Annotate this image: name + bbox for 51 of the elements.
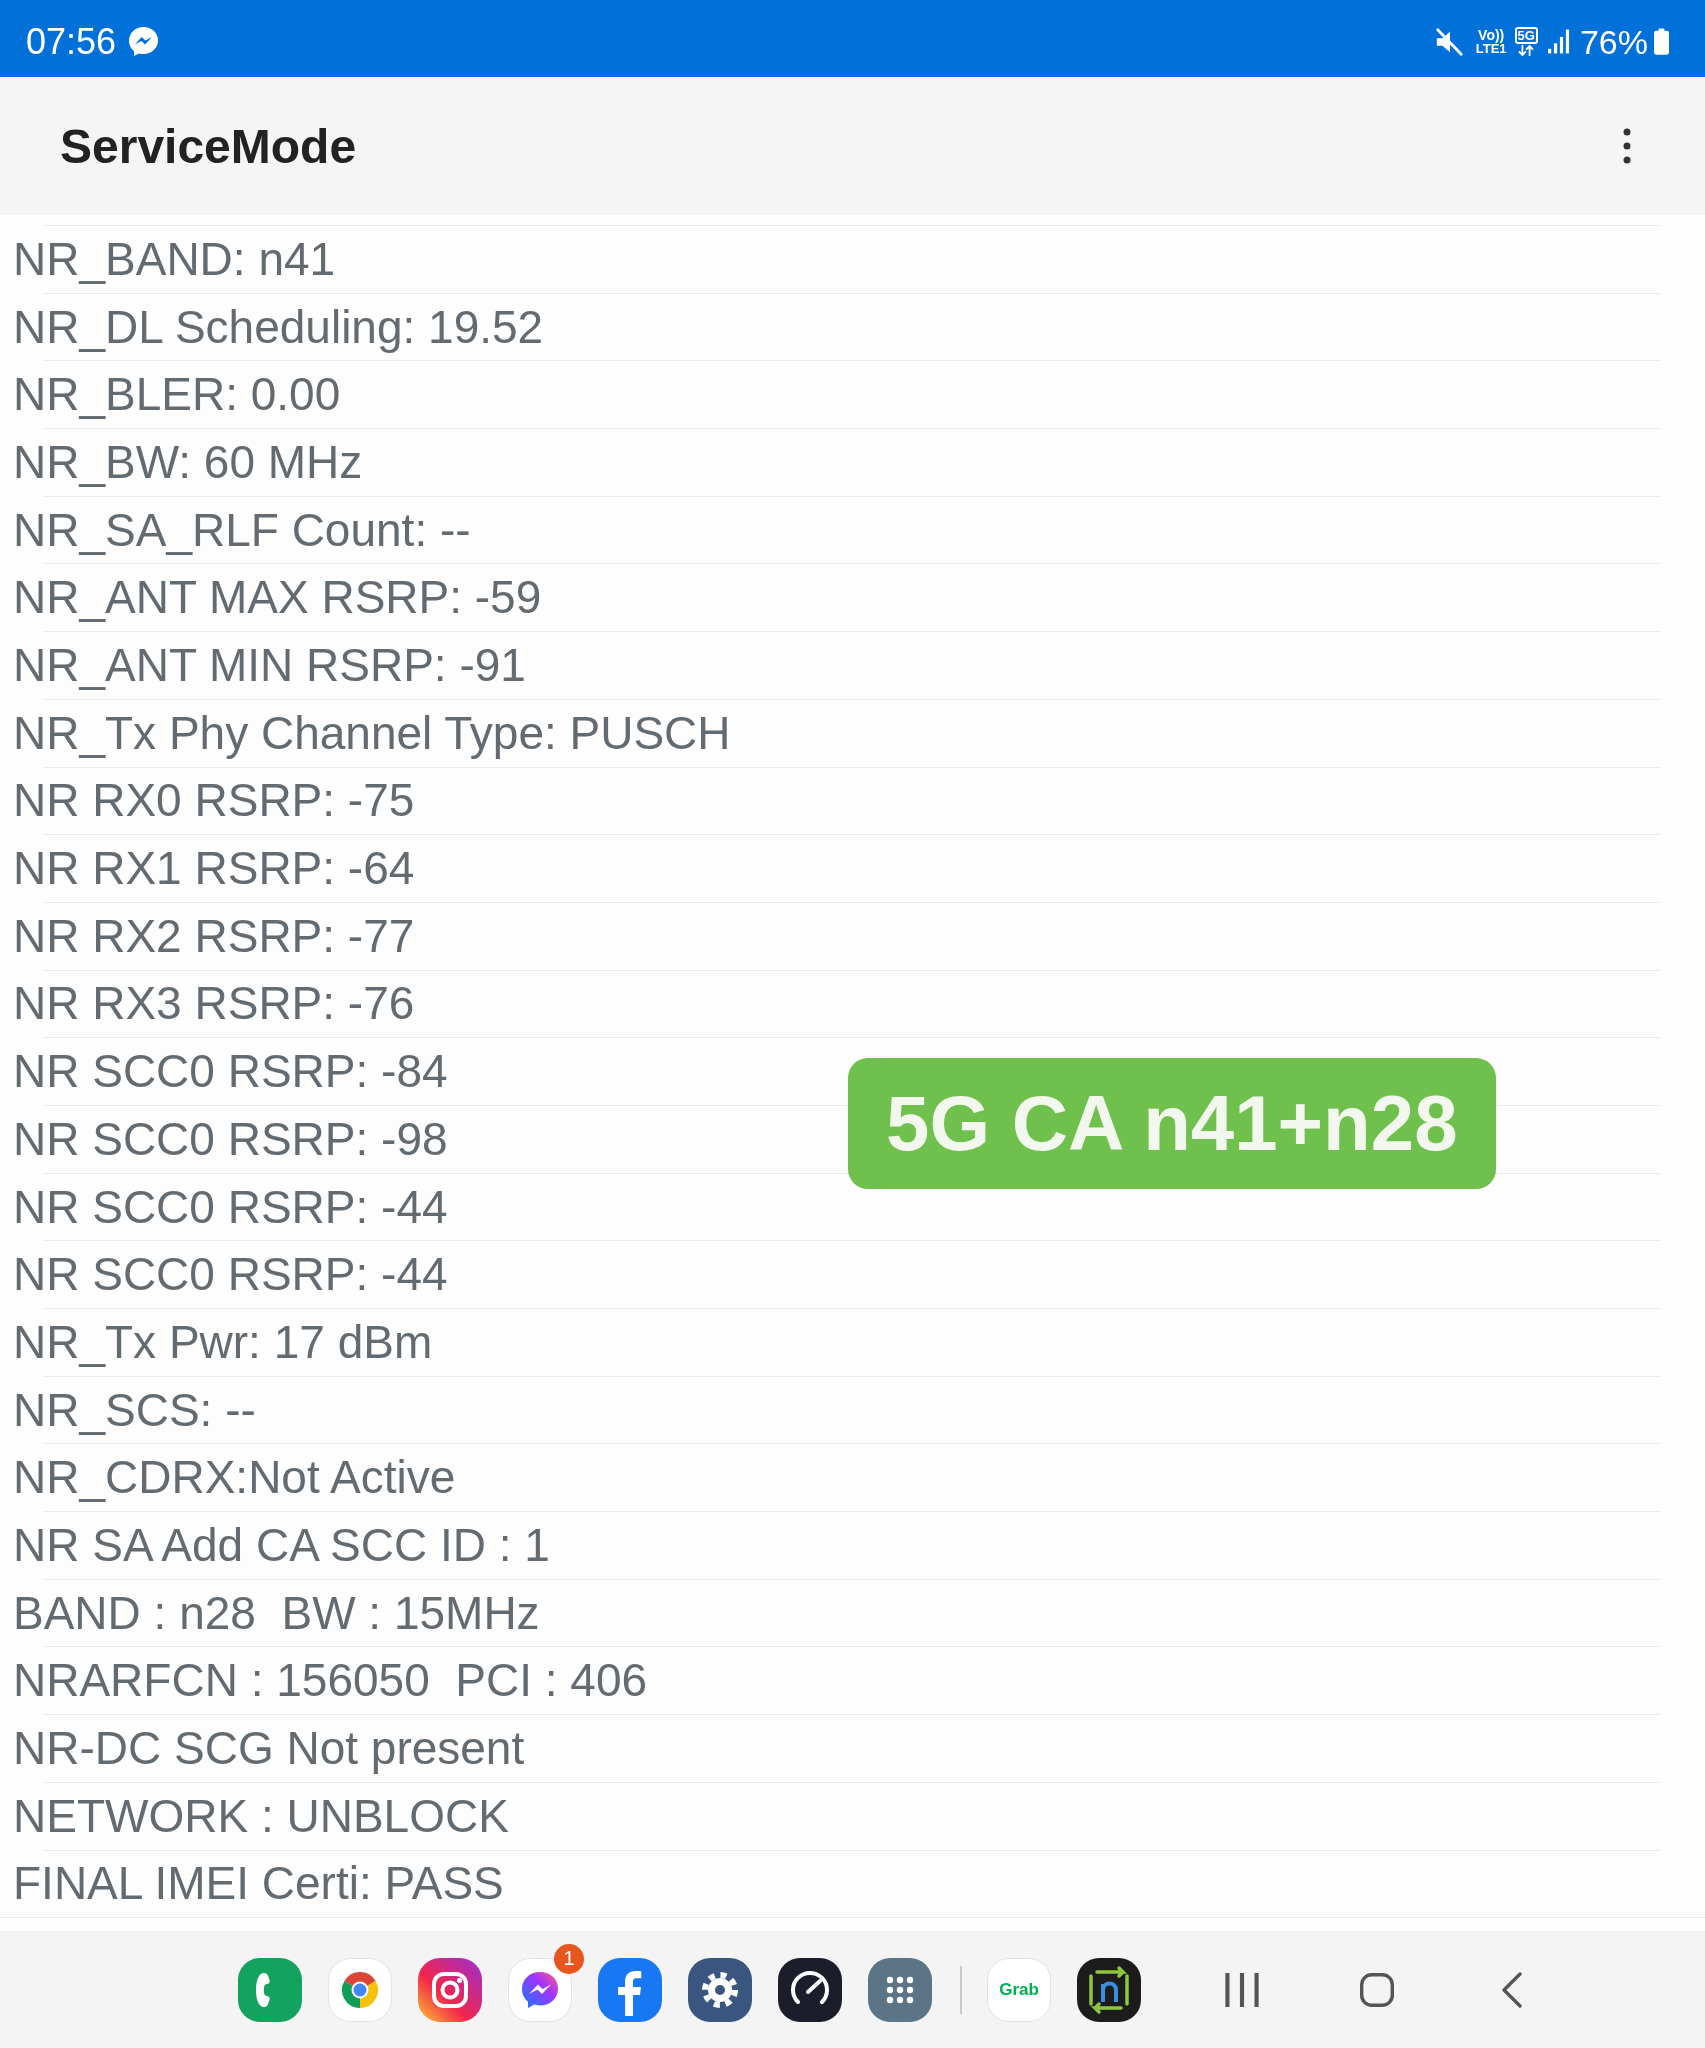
home-icon[interactable] xyxy=(1360,1972,1394,2007)
info-line: NR_BW: 60 MHz xyxy=(13,435,363,489)
info-line: NR RX1 RSRP: -64 xyxy=(13,842,415,895)
info-line: NR SCC0 RSRP: -98 xyxy=(13,1112,448,1166)
speedometer-icon[interactable] xyxy=(778,1957,842,2022)
data-arrows-icon xyxy=(1517,45,1536,56)
info-line: NR SCC0 RSRP: -44 xyxy=(13,1248,448,1302)
app-grid-icon[interactable] xyxy=(868,1957,932,2022)
info-line: NR_Tx Phy Channel Type: PUSCH xyxy=(13,706,731,760)
info-line: NR_BAND: n41 xyxy=(13,232,336,286)
battery-percent: 76% xyxy=(1579,24,1648,59)
info-line: NR SA Add CA SCC ID : 1 xyxy=(13,1518,550,1572)
app-title: ServiceMode xyxy=(60,118,357,174)
signal-icon xyxy=(1547,29,1570,54)
info-line: NR-DC SCG Not present xyxy=(13,1722,525,1775)
notification-badge: 1 xyxy=(554,1943,584,1974)
recent-apps-icon[interactable] xyxy=(1225,1972,1259,2007)
volte-label: Vo)) xyxy=(1478,28,1505,42)
volte-sublabel: LTE1 xyxy=(1475,42,1507,55)
info-line: NR_DL Scheduling: 19.52 xyxy=(13,300,544,354)
info-line: NR_SA_RLF Count: -- xyxy=(13,503,471,557)
mute-icon xyxy=(1433,26,1464,57)
browser-icon[interactable] xyxy=(328,1957,392,2022)
info-line: NR_Tx Pwr: 17 dBm xyxy=(13,1315,433,1369)
back-icon[interactable] xyxy=(1502,1971,1522,2008)
info-line: NR SCC0 RSRP: -84 xyxy=(13,1045,448,1099)
chat-bubble-icon xyxy=(128,26,160,57)
info-line: NR_BLER: 0.00 xyxy=(13,368,341,422)
battery-icon xyxy=(1654,28,1669,55)
info-line: NR SCC0 RSRP: -44 xyxy=(13,1180,448,1234)
info-line: NR_CDRX:Not Active xyxy=(13,1451,456,1505)
settings-icon[interactable] xyxy=(688,1957,752,2022)
info-line: FINAL IMEI Certi: PASS xyxy=(13,1857,504,1911)
overlay-label: 5G CA n41+n28 xyxy=(848,1058,1496,1189)
info-line: NETWORK : UNBLOCK xyxy=(13,1789,509,1843)
clock-time: 07:56 xyxy=(26,23,117,60)
info-line: NR_ANT MIN RSRP: -91 xyxy=(13,639,526,692)
n-logo-icon[interactable] xyxy=(1077,1957,1141,2022)
info-line: NRARFCN : 156050 PCI : 406 xyxy=(13,1654,648,1708)
info-line: NR RX3 RSRP: -76 xyxy=(13,977,415,1031)
phone-icon[interactable] xyxy=(238,1957,302,2022)
info-line: NR_ANT MAX RSRP: -59 xyxy=(13,571,542,625)
info-line: NR RX2 RSRP: -77 xyxy=(13,909,415,963)
grab-app-button[interactable]: Grab xyxy=(987,1957,1051,2022)
f-logo-icon[interactable] xyxy=(598,1957,662,2022)
camera-icon[interactable] xyxy=(418,1957,482,2022)
info-line: BAND : n28 BW : 15MHz xyxy=(13,1586,540,1640)
network-type-label: 5G xyxy=(1514,27,1538,44)
info-line: NR_SCS: -- xyxy=(13,1383,256,1437)
info-line: NR RX0 RSRP: -75 xyxy=(13,774,415,828)
more-options-icon[interactable] xyxy=(1623,128,1631,164)
